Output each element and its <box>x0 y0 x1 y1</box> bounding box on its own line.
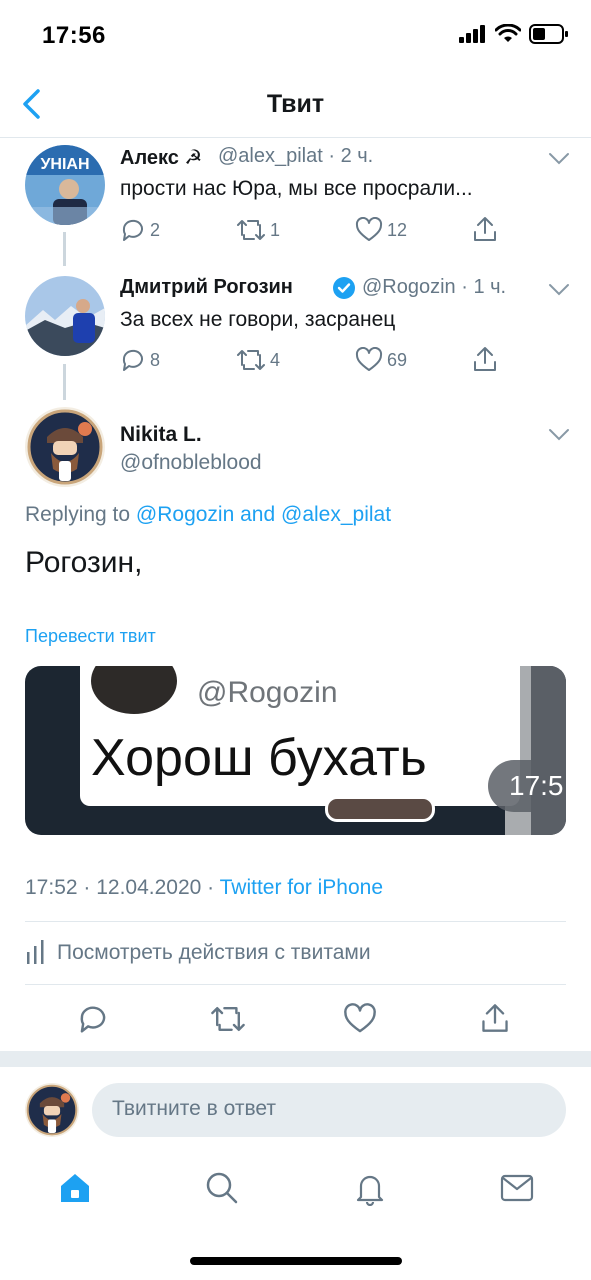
tweet-activity-label: Посмотреть действия с твитами <box>57 941 371 964</box>
reply-count: 2 <box>150 219 161 240</box>
share-icon[interactable] <box>472 345 498 373</box>
tweet-activity-button[interactable]: Посмотреть действия с твитами <box>25 938 371 968</box>
tweet-text: За всех не говори, засранец <box>120 308 396 331</box>
avatar[interactable] <box>25 407 105 487</box>
share-icon[interactable] <box>472 215 498 243</box>
replying-to-label: Replying to <box>25 503 131 526</box>
media-handle: @Rogozin <box>197 676 338 709</box>
replying-to: Replying to @Rogozin and @alex_pilat <box>25 503 391 527</box>
reply-count: 8 <box>150 349 161 370</box>
like-count: 69 <box>387 349 408 370</box>
tweet-source-link[interactable]: Twitter for iPhone <box>220 876 383 899</box>
signal-icon <box>459 25 485 43</box>
media-caption: Хорош бухать <box>91 729 427 787</box>
divider <box>25 921 566 922</box>
retweet-button[interactable]: 1 <box>236 217 280 243</box>
tweet-handle-time[interactable]: @alex_pilat · 2 ч. <box>218 145 373 168</box>
home-icon[interactable] <box>57 1170 93 1206</box>
replying-to-user-link[interactable]: @alex_pilat <box>281 503 391 526</box>
like-count: 12 <box>387 219 408 240</box>
status-time: 17:56 <box>42 22 106 49</box>
retweet-icon <box>237 350 265 370</box>
retweet-icon[interactable] <box>210 1003 246 1035</box>
tweet-author-name[interactable]: Дмитрий Рогозин <box>120 276 293 299</box>
translate-tweet-link[interactable]: Перевести твит <box>25 626 156 647</box>
avatar[interactable] <box>25 276 105 356</box>
reply-button[interactable]: 8 <box>120 347 160 373</box>
heart-icon <box>355 347 383 371</box>
chevron-down-icon[interactable] <box>548 428 570 442</box>
home-indicator[interactable] <box>190 1257 402 1265</box>
reply-button[interactable]: 2 <box>120 217 160 243</box>
reply-placeholder: Твитните в ответ <box>112 1097 276 1120</box>
tweet-timestamp-line: 17:52 · 12.04.2020 · Twitter for iPhone <box>25 876 383 900</box>
tweet-main-text: Рогозин, <box>25 546 143 579</box>
heart-icon <box>355 217 383 241</box>
tweet-author-handle[interactable]: @ofnobleblood <box>120 451 262 475</box>
thread-line <box>63 232 66 266</box>
chevron-down-icon[interactable] <box>548 283 570 297</box>
messages-envelope-icon[interactable] <box>499 1170 535 1206</box>
tweet-timestamp: 17:52 · 12.04.2020 · <box>25 876 220 899</box>
heart-icon[interactable] <box>343 1003 377 1035</box>
tweet-author-name[interactable]: Nikita L. <box>120 423 202 447</box>
reply-icon <box>122 219 143 241</box>
like-button[interactable]: 69 <box>355 347 407 373</box>
retweet-count: 4 <box>270 349 281 370</box>
share-icon[interactable] <box>480 1001 510 1035</box>
notifications-bell-icon[interactable] <box>352 1170 388 1206</box>
tweet-handle-time[interactable]: @Rogozin · 1 ч. <box>362 276 506 299</box>
avatar[interactable]: УНІАН <box>25 145 105 225</box>
replying-to-and: and <box>240 503 276 526</box>
verified-badge-icon <box>333 277 355 299</box>
analytics-icon <box>27 940 44 964</box>
replying-to-user-link[interactable]: @Rogozin <box>136 503 234 526</box>
media-corner-time: 17:5 <box>509 770 564 801</box>
tweet-author-name[interactable]: Алекс ☭ <box>120 145 202 170</box>
section-separator <box>0 1051 591 1067</box>
status-icons <box>459 24 569 44</box>
search-icon[interactable] <box>204 1170 240 1206</box>
chevron-down-icon[interactable] <box>548 152 570 166</box>
wifi-icon <box>495 24 521 42</box>
divider <box>25 984 566 985</box>
avatar-banner: УНІАН <box>40 156 89 173</box>
retweet-button[interactable]: 4 <box>236 347 280 373</box>
avatar[interactable] <box>25 1083 79 1137</box>
tweet-media-image[interactable]: @Rogozin Хорош бухать 17:5 <box>25 666 566 835</box>
reply-icon <box>122 349 143 371</box>
tweet-text: прости нас Юра, мы все просрали... <box>120 177 473 200</box>
thread-line <box>63 364 66 400</box>
reply-icon[interactable] <box>77 1003 109 1035</box>
page-title: Твит <box>266 90 325 118</box>
battery-icon <box>529 24 568 44</box>
retweet-icon <box>237 220 265 240</box>
retweet-count: 1 <box>270 219 281 240</box>
like-button[interactable]: 12 <box>355 217 407 243</box>
